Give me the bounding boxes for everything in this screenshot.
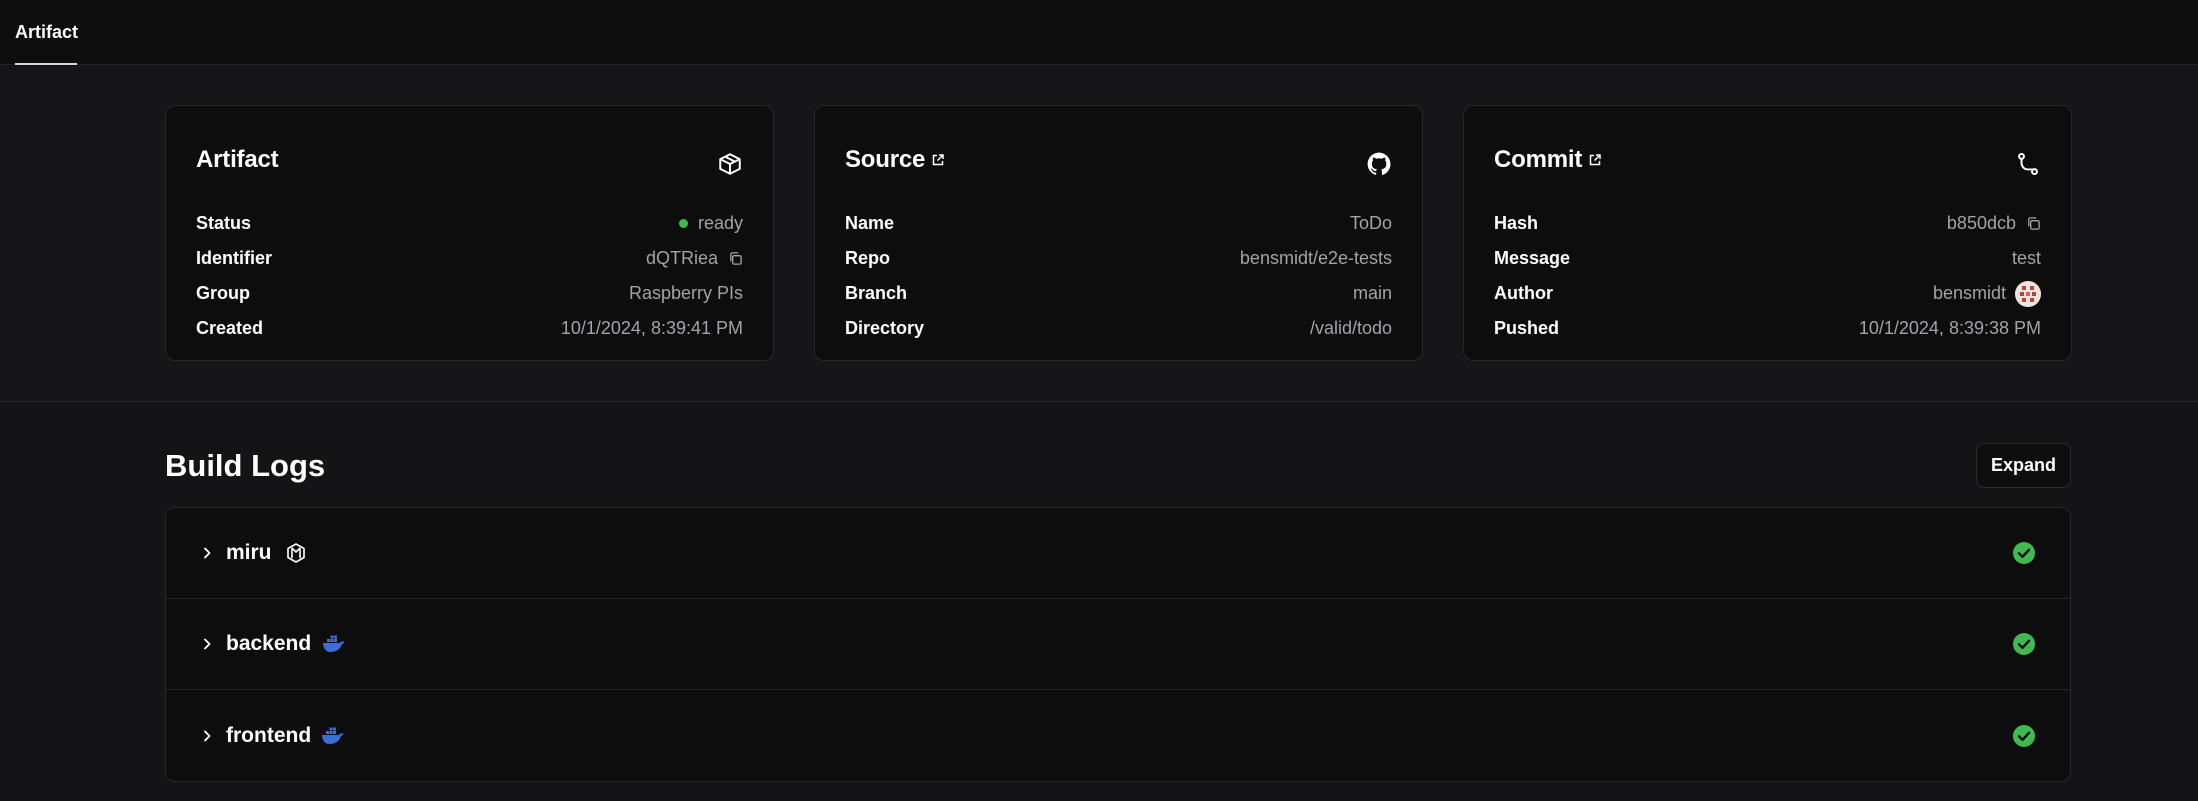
build-log-row-miru[interactable]: miru: [166, 508, 2070, 599]
external-link-icon[interactable]: [1588, 153, 1602, 167]
detail-row-directory: Directory /valid/todo: [845, 311, 1392, 346]
detail-row-group: Group Raspberry PIs: [196, 276, 743, 311]
detail-row-status: Status ready: [196, 206, 743, 241]
detail-label: Hash: [1494, 213, 1539, 233]
success-check-icon: [2013, 724, 2035, 747]
detail-row-pushed: Pushed 10/1/2024, 8:39:38 PM: [1494, 311, 2041, 346]
detail-value: b850dcb: [1947, 213, 2041, 234]
top-tab-bar: Artifact: [0, 0, 2198, 65]
detail-value: ToDo: [1349, 213, 1392, 233]
source-card: Source Name ToDo Repo bensmidt/e2e-tests…: [814, 105, 1423, 361]
external-link-icon[interactable]: [931, 153, 945, 167]
tab-artifact[interactable]: Artifact: [15, 0, 78, 65]
commit-details: Hash b850dcb Message test Author bensmid…: [1494, 206, 2041, 346]
detail-row-repo: Repo bensmidt/e2e-tests: [845, 241, 1392, 276]
source-details: Name ToDo Repo bensmidt/e2e-tests Branch…: [845, 206, 1392, 346]
artifact-card-title: Artifact: [196, 146, 279, 174]
expand-button[interactable]: Expand: [1976, 443, 2071, 488]
docker-icon: [323, 635, 345, 652]
detail-label: Status: [196, 213, 252, 233]
identifier-text: dQTRiea: [645, 248, 718, 268]
detail-value: bensmidt: [1932, 280, 2041, 307]
detail-label: Created: [196, 318, 264, 338]
miru-logo-icon: [287, 543, 305, 563]
artifact-card: Artifact Status ready Identifier dQTRiea: [165, 105, 774, 361]
source-card-title[interactable]: Source: [845, 146, 945, 174]
detail-row-author: Author bensmidt: [1494, 276, 2041, 311]
build-log-name: backend: [226, 632, 312, 655]
detail-label: Repo: [845, 248, 890, 268]
source-title-text: Source: [845, 146, 926, 173]
docker-icon: [322, 727, 344, 744]
success-check-icon: [2013, 542, 2035, 564]
artifact-details: Status ready Identifier dQTRiea Group Ra…: [196, 206, 743, 346]
detail-value: main: [1352, 283, 1392, 303]
detail-label: Group: [196, 283, 250, 303]
chevron-right-icon[interactable]: [200, 637, 214, 651]
build-log-row-backend[interactable]: backend: [166, 599, 2070, 690]
build-log-name: frontend: [226, 723, 312, 747]
chevron-right-icon[interactable]: [200, 729, 214, 743]
copy-icon[interactable]: [728, 251, 743, 266]
detail-label: Branch: [845, 283, 908, 303]
status-dot: [678, 219, 688, 228]
commit-title-text: Commit: [1494, 146, 1583, 173]
git-commit-icon: [2018, 152, 2038, 176]
author-text: bensmidt: [1932, 283, 2006, 303]
detail-row-hash: Hash b850dcb: [1494, 206, 2041, 241]
chevron-right-icon[interactable]: [200, 546, 214, 560]
detail-value: bensmidt/e2e-tests: [1239, 248, 1392, 268]
copy-icon[interactable]: [2026, 216, 2041, 231]
build-logs-list: miru backend frontend: [165, 507, 2071, 782]
artifact-summary-section: Artifact Status ready Identifier dQTRiea: [0, 66, 2198, 402]
detail-row-identifier: Identifier dQTRiea: [196, 241, 743, 276]
detail-label: Directory: [845, 318, 925, 338]
detail-value: 10/1/2024, 8:39:38 PM: [1858, 318, 2041, 338]
detail-row-created: Created 10/1/2024, 8:39:41 PM: [196, 311, 743, 346]
avatar: [2015, 280, 2041, 307]
detail-value: dQTRiea: [646, 248, 743, 269]
detail-label: Name: [845, 213, 895, 233]
detail-label: Pushed: [1494, 318, 1560, 338]
status-text: ready: [697, 213, 743, 233]
success-check-icon: [2013, 633, 2035, 655]
detail-value: ready: [678, 213, 743, 234]
artifact-title-text: Artifact: [196, 146, 279, 173]
detail-value: test: [2011, 248, 2041, 268]
build-log-row-frontend[interactable]: frontend: [166, 690, 2070, 781]
build-logs-title: Build Logs: [165, 448, 326, 483]
build-log-name: miru: [226, 541, 272, 564]
active-tab-indicator: [15, 63, 77, 65]
hash-text: b850dcb: [1946, 213, 2016, 233]
detail-label: Identifier: [196, 248, 273, 268]
box-icon: [719, 153, 741, 175]
github-icon: [1367, 152, 1391, 175]
detail-value: Raspberry PIs: [628, 283, 743, 303]
detail-label: Author: [1494, 283, 1553, 303]
commit-card-title[interactable]: Commit: [1494, 146, 1602, 174]
detail-value: /valid/todo: [1309, 318, 1392, 338]
commit-card: Commit Hash b850dcb Message test Author …: [1463, 105, 2072, 361]
detail-value: 10/1/2024, 8:39:41 PM: [560, 318, 743, 338]
detail-row-message: Message test: [1494, 241, 2041, 276]
detail-label: Message: [1494, 248, 1571, 268]
detail-row-name: Name ToDo: [845, 206, 1392, 241]
detail-row-branch: Branch main: [845, 276, 1392, 311]
